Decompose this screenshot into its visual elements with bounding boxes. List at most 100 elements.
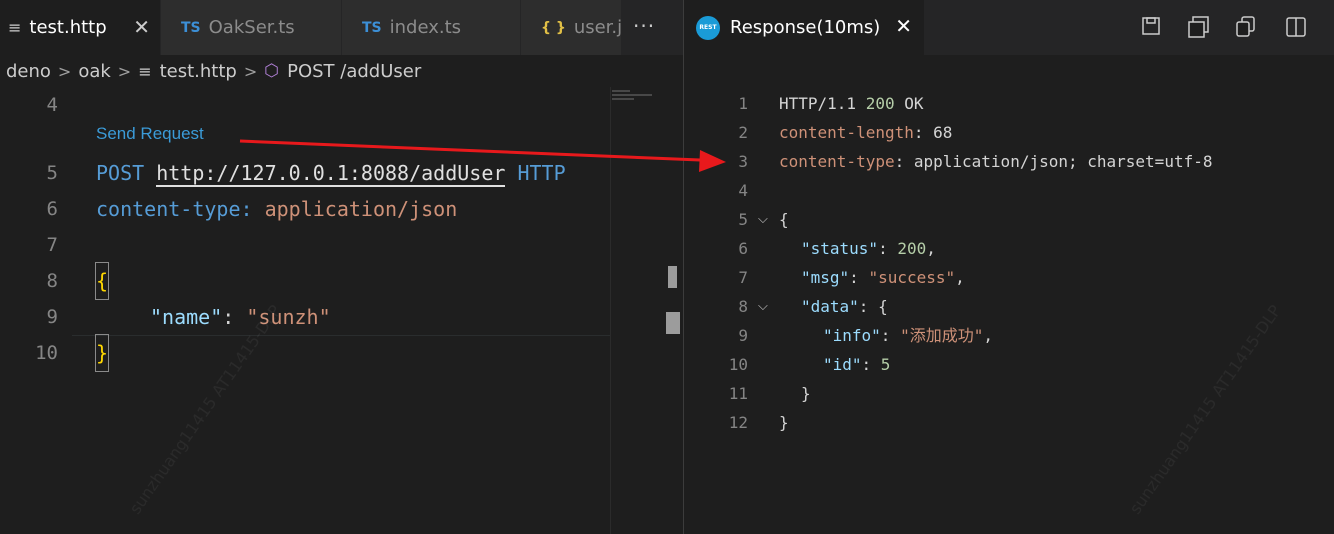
- breadcrumb-item-file[interactable]: test.http: [160, 61, 237, 82]
- response-line: 9 "info": "添加成功",: [684, 321, 1334, 350]
- copy-icon[interactable]: [1235, 16, 1257, 38]
- json-key: "data": [801, 297, 859, 316]
- tab-label: test.http: [29, 17, 107, 38]
- line-number: 5: [738, 210, 748, 229]
- json-key: "msg": [801, 268, 850, 287]
- response-line: 2 content-length: 68: [684, 118, 1334, 147]
- open-brace: {: [94, 262, 110, 300]
- header-name: content-length: [779, 123, 914, 142]
- code-line: 8 {: [0, 262, 610, 300]
- json-key: "info": [823, 326, 881, 345]
- code-line: 7: [0, 227, 610, 263]
- close-brace: }: [94, 334, 110, 372]
- lines-icon: ≡: [138, 61, 152, 81]
- line-number: 10: [728, 355, 748, 374]
- code-editor[interactable]: 4 Send Request 5 POST http://127.0.0.1:8…: [0, 87, 610, 534]
- json-comma: ,: [955, 268, 965, 287]
- http-version: HTTP: [517, 161, 566, 185]
- json-brace: {: [779, 210, 789, 229]
- header-name: content-type: [779, 152, 895, 171]
- json-colon: :: [878, 239, 898, 258]
- line-number: 10: [35, 342, 58, 364]
- line-number: 11: [728, 384, 748, 403]
- response-line: 11 }: [684, 379, 1334, 408]
- response-line: 8 ⌵ "data": {: [684, 292, 1334, 321]
- cube-icon: ⬡: [264, 61, 280, 81]
- split-editor-icon[interactable]: [1285, 16, 1307, 38]
- line-number: 6: [46, 198, 58, 220]
- line-number: 1: [738, 94, 748, 113]
- save-body-icon[interactable]: [1188, 16, 1210, 38]
- json-string: "添加成功": [900, 326, 984, 345]
- response-line: 3 content-type: application/json; charse…: [684, 147, 1334, 176]
- json-comma: ,: [983, 326, 993, 345]
- status-code: 200: [865, 94, 895, 113]
- json-colon: :: [222, 305, 247, 329]
- chevron-right-icon: >: [117, 61, 132, 81]
- scrollbar-marker: [666, 312, 680, 334]
- response-line: 1 HTTP/1.1 200 OK: [684, 89, 1334, 118]
- tab-label: OakSer.ts: [208, 17, 295, 38]
- line-number: 8: [46, 270, 58, 292]
- send-request-link[interactable]: Send Request: [96, 124, 204, 144]
- json-comma: ,: [926, 239, 936, 258]
- json-colon: :: [861, 355, 881, 374]
- line-number: 7: [738, 268, 748, 287]
- chevron-down-icon[interactable]: ⌵: [758, 292, 768, 321]
- close-icon[interactable]: ✕: [133, 15, 150, 39]
- json-number: 200: [897, 239, 927, 258]
- breadcrumb-item-deno[interactable]: deno: [6, 61, 51, 82]
- json-key: "status": [801, 239, 879, 258]
- line-number: 9: [46, 306, 58, 328]
- tab-index-ts[interactable]: TS index.ts: [342, 0, 520, 55]
- json-colon: :: [880, 326, 901, 345]
- line-number: 9: [738, 326, 748, 345]
- minimap[interactable]: [612, 90, 664, 110]
- tab-label: index.ts: [389, 17, 462, 38]
- tab-label: Response(10ms): [730, 17, 881, 38]
- chevron-right-icon: >: [243, 61, 258, 81]
- minimap-divider: [610, 87, 611, 534]
- response-line: 12 }: [684, 408, 1334, 437]
- rest-client-logo-icon: REST: [696, 15, 720, 40]
- request-url[interactable]: http://127.0.0.1:8088/addUser: [156, 161, 506, 187]
- code-line: 9 "name": "sunzh": [0, 299, 610, 335]
- response-line: 5 ⌵ {: [684, 205, 1334, 234]
- lines-icon: ≡: [8, 18, 22, 37]
- tab-label: user.js: [573, 17, 621, 38]
- code-line: 5 POST http://127.0.0.1:8088/addUser HTT…: [0, 155, 610, 191]
- line-number: 5: [46, 162, 58, 184]
- tab-test-http[interactable]: ≡ test.http ✕: [0, 0, 160, 55]
- json-key: "name": [150, 305, 223, 329]
- line-number: 3: [738, 152, 748, 171]
- code-line: 10 }: [0, 334, 610, 372]
- line-number: 4: [46, 94, 58, 116]
- line-number: 7: [46, 234, 58, 256]
- breadcrumb-item-oak[interactable]: oak: [78, 61, 110, 82]
- breadcrumb-item-request[interactable]: POST /addUser: [287, 61, 421, 82]
- json-key: "id": [823, 355, 862, 374]
- close-icon[interactable]: ✕: [895, 14, 912, 38]
- save-icon[interactable]: [1140, 16, 1162, 38]
- tab-oakser-ts[interactable]: TS OakSer.ts: [161, 0, 341, 55]
- json-brace: }: [779, 413, 789, 432]
- status-protocol: HTTP/1.1: [779, 94, 866, 113]
- line-number: 12: [728, 413, 748, 432]
- editor-tabbar: ≡ test.http ✕ TS OakSer.ts TS index.ts {…: [0, 0, 683, 55]
- json-number: 5: [880, 355, 891, 374]
- editor-pane: ≡ test.http ✕ TS OakSer.ts TS index.ts {…: [0, 0, 683, 534]
- line-number: 2: [738, 123, 748, 142]
- line-number: 8: [738, 297, 748, 316]
- line-number: 6: [738, 239, 748, 258]
- scrollbar-thumb[interactable]: [668, 266, 677, 288]
- line-number: 4: [738, 181, 748, 200]
- chevron-down-icon[interactable]: ⌵: [758, 205, 768, 234]
- http-method: POST: [96, 161, 145, 185]
- tab-user-js[interactable]: { } user.js: [521, 0, 621, 55]
- breadcrumb: deno > oak > ≡ test.http > ⬡ POST /addUs…: [0, 55, 683, 87]
- response-viewer[interactable]: 1 HTTP/1.1 200 OK 2 content-length: 68 3…: [684, 88, 1334, 534]
- tab-response[interactable]: REST Response(10ms) ✕: [684, 0, 924, 55]
- json-brace: }: [801, 384, 811, 403]
- header-value: application/json: [264, 197, 458, 221]
- more-actions-icon[interactable]: ···: [633, 14, 655, 38]
